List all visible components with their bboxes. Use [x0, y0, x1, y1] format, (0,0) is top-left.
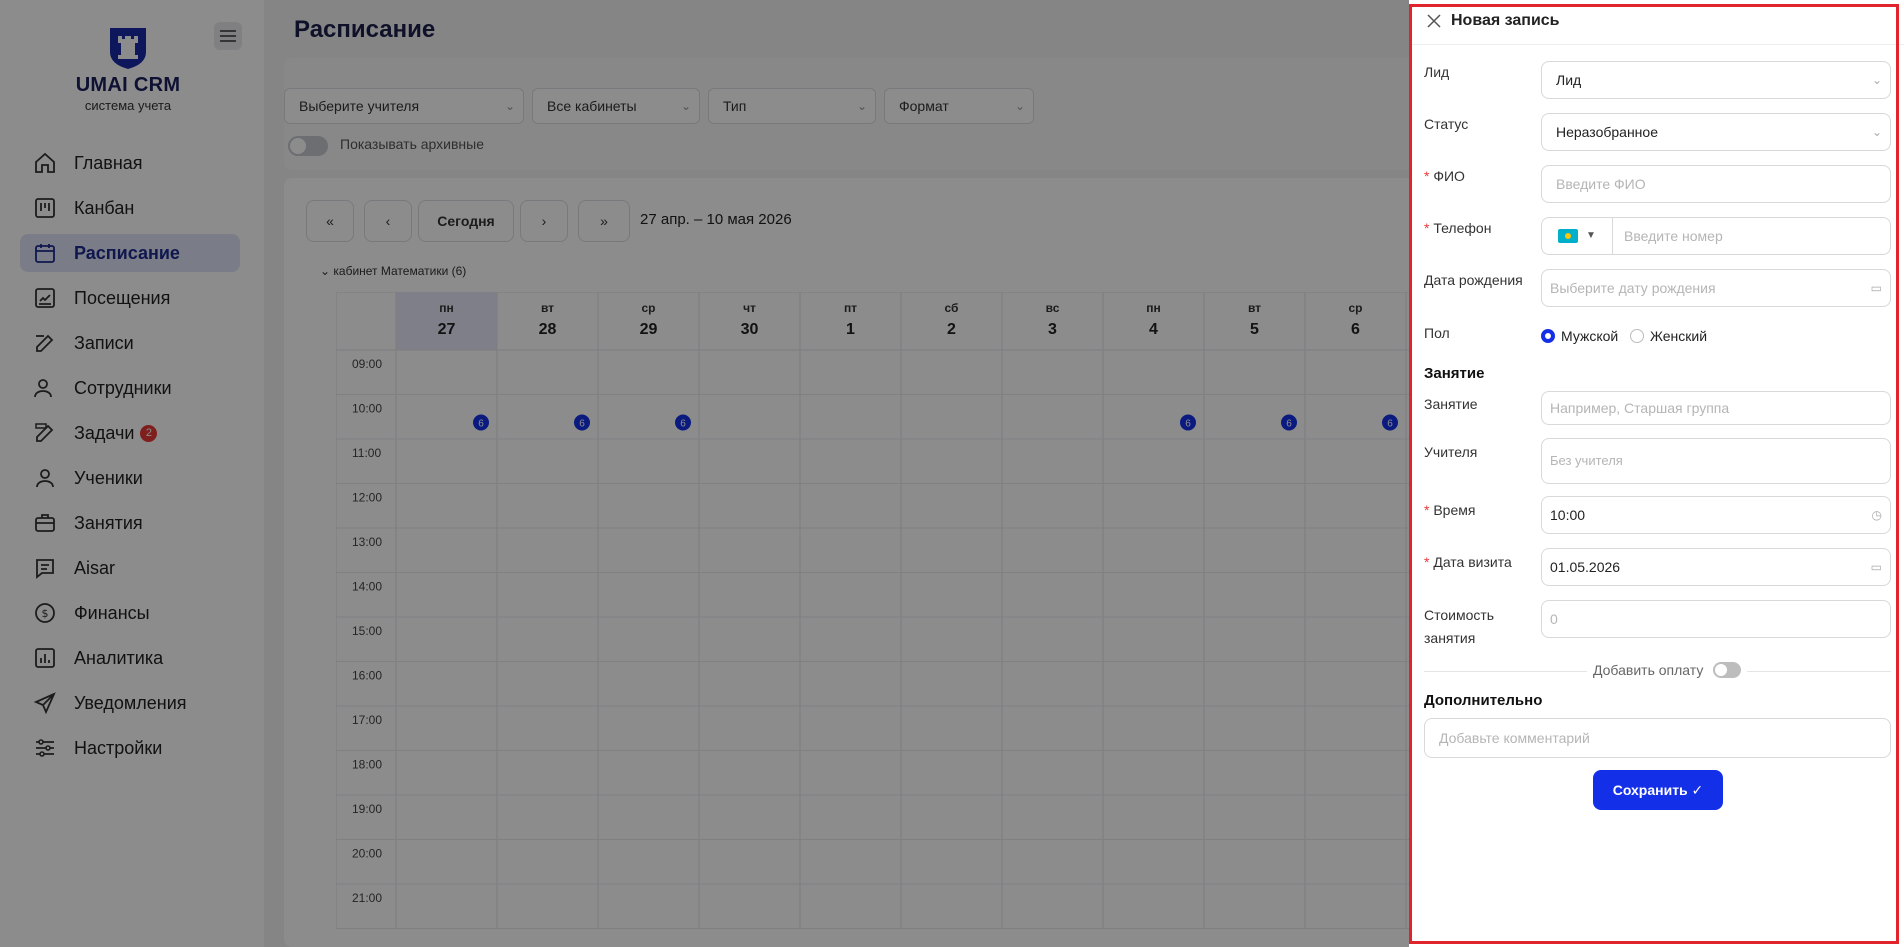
visit-date-label: Дата визита [1424, 554, 1511, 570]
gender-female-radio[interactable]: Женский [1630, 328, 1707, 344]
teachers-label: Учителя [1424, 444, 1478, 460]
add-payment-label: Добавить оплату [1593, 662, 1704, 678]
lead-label: Лид [1424, 64, 1450, 80]
visit-date-picker[interactable]: 01.05.2026 ▭ [1541, 548, 1891, 586]
phone-input[interactable]: Введите номер [1624, 218, 1723, 254]
phone-field[interactable]: ▼ Введите номер [1541, 217, 1891, 255]
add-payment-toggle-row[interactable]: Добавить оплату [1587, 662, 1748, 678]
radio-checked-icon [1541, 329, 1555, 343]
time-picker[interactable]: 10:00 ◷ [1541, 496, 1891, 534]
gender-male-radio[interactable]: Мужской [1541, 328, 1618, 344]
fio-input[interactable]: Введите ФИО [1541, 165, 1891, 203]
drawer-title: Новая запись [1451, 12, 1560, 29]
save-button[interactable]: Сохранить ✓ [1593, 770, 1723, 810]
gender-female-label: Женский [1650, 328, 1708, 344]
country-code-select[interactable]: ▼ [1542, 218, 1613, 254]
time-value: 10:00 [1550, 507, 1586, 523]
lesson-section-title: Занятие [1424, 365, 1485, 382]
drawer-header: Новая запись [1425, 12, 1560, 30]
add-payment-toggle[interactable] [1713, 662, 1742, 678]
time-label: Время [1424, 502, 1475, 518]
calendar-icon: ▭ [1870, 281, 1882, 295]
new-record-drawer: Новая запись Лид Лид ⌄ Статус Неразобран… [1409, 0, 1904, 947]
birth-label: Дата рождения [1424, 272, 1523, 288]
cost-input[interactable]: 0 [1541, 600, 1891, 638]
lead-select[interactable]: Лид ⌄ [1541, 61, 1891, 99]
divider [1409, 44, 1904, 45]
lead-select-value: Лид [1556, 72, 1582, 88]
status-select-value: Неразобранное [1556, 124, 1658, 140]
cost-label: Стоимость занятия [1424, 607, 1495, 646]
fio-label: ФИО [1424, 168, 1465, 184]
status-label: Статус [1424, 116, 1469, 132]
status-select[interactable]: Неразобранное ⌄ [1541, 113, 1891, 151]
chevron-down-icon: ⌄ [1871, 125, 1882, 139]
calendar-icon: ▭ [1870, 560, 1882, 574]
clock-icon: ◷ [1871, 508, 1882, 522]
lesson-input[interactable]: Например, Старшая группа [1541, 391, 1891, 425]
kazakhstan-flag-icon [1558, 229, 1579, 243]
close-icon[interactable] [1425, 12, 1443, 30]
birth-date-picker[interactable]: Выберите дату рождения ▭ [1541, 269, 1891, 307]
gender-label: Пол [1424, 325, 1450, 341]
birth-date-placeholder: Выберите дату рождения [1550, 280, 1716, 296]
phone-label: Телефон [1424, 220, 1491, 236]
chevron-down-icon: ⌄ [1871, 73, 1882, 87]
visit-date-value: 01.05.2026 [1550, 559, 1621, 575]
lesson-label: Занятие [1424, 396, 1478, 412]
comment-textarea[interactable]: Добавьте комментарий [1424, 718, 1891, 758]
extra-section-title: Дополнительно [1424, 692, 1543, 709]
gender-male-label: Мужской [1561, 328, 1619, 344]
teachers-select[interactable]: Без учителя [1541, 438, 1891, 484]
radio-unchecked-icon [1630, 329, 1644, 343]
caret-down-icon: ▼ [1586, 230, 1596, 241]
